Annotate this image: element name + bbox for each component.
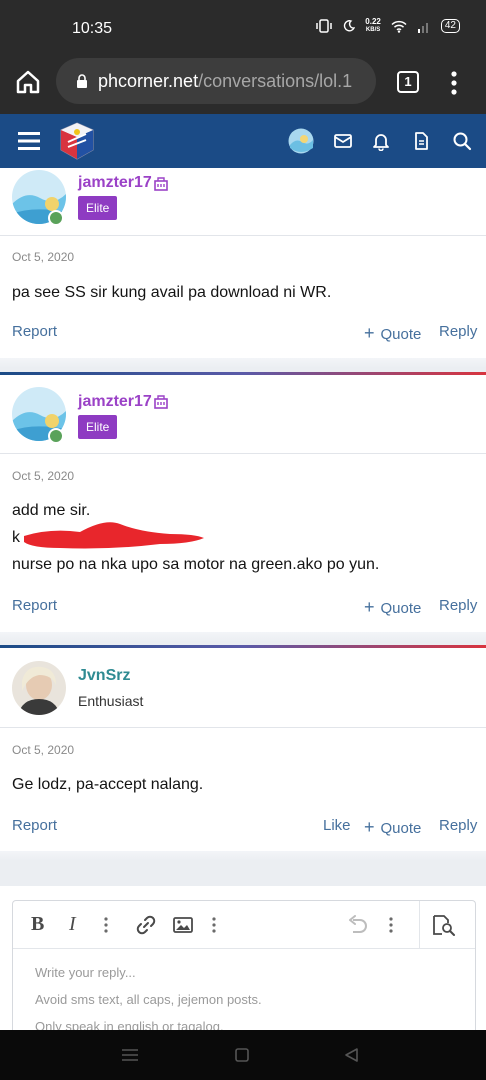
reply-button[interactable]: Reply xyxy=(439,817,477,834)
like-button[interactable]: Like xyxy=(323,817,351,834)
reply-input-placeholder[interactable]: Write your reply... xyxy=(35,965,136,980)
browser-toolbar: phcorner.net/conversations/lol.1 1 xyxy=(0,52,486,114)
avatar[interactable] xyxy=(288,128,314,154)
undo-icon[interactable] xyxy=(347,915,369,935)
preview-icon[interactable] xyxy=(432,914,456,936)
url-host: phcorner.net xyxy=(98,70,199,91)
bell-icon[interactable] xyxy=(371,131,391,151)
quote-button[interactable]: + Quote xyxy=(364,323,421,344)
user-badge-icon xyxy=(154,395,168,409)
user-badge-icon xyxy=(154,177,168,191)
net-speed-unit: KB/S xyxy=(365,27,381,33)
editor-toolbar: B I xyxy=(13,901,475,949)
redaction-mark xyxy=(24,522,204,549)
reply-editor-container: B I Write your reply... Avoid sms text, … xyxy=(0,886,486,1034)
username-link[interactable]: JvnSrz xyxy=(78,667,130,685)
quote-label: Quote xyxy=(380,600,422,617)
report-link[interactable]: Report xyxy=(12,817,57,834)
url-path: /conversations/lol.1 xyxy=(198,70,353,91)
mail-icon[interactable] xyxy=(333,131,353,151)
lock-icon xyxy=(77,74,87,88)
reply-editor: B I Write your reply... Avoid sms text, … xyxy=(12,900,476,1034)
italic-icon[interactable]: I xyxy=(69,913,76,936)
post-date[interactable]: Oct 5, 2020 xyxy=(12,743,74,757)
online-status-icon xyxy=(48,428,64,444)
user-role-badge: Elite xyxy=(78,415,118,439)
plus-icon: + xyxy=(364,817,375,837)
post-text-line: nurse po na nka upo sa motor na green.ak… xyxy=(12,556,380,573)
post-separator xyxy=(0,358,486,368)
post-user-block: JvnSrz Enthusiast xyxy=(0,645,486,728)
post-date[interactable]: Oct 5, 2020 xyxy=(12,469,74,483)
post-text-line: pa see SS sir kung avail pa download ni … xyxy=(12,284,332,301)
quote-label: Quote xyxy=(380,820,422,837)
plus-icon: + xyxy=(364,597,375,617)
tab-switcher-button[interactable]: 1 xyxy=(397,71,419,93)
report-link[interactable]: Report xyxy=(12,323,57,340)
hamburger-icon[interactable] xyxy=(18,131,40,151)
kebab-menu-icon[interactable] xyxy=(448,70,460,96)
quote-button[interactable]: + Quote xyxy=(364,817,421,838)
username-link[interactable]: jamzter17 xyxy=(78,174,152,192)
reply-button[interactable]: Reply xyxy=(439,597,477,614)
status-time: 10:35 xyxy=(72,20,113,37)
quote-button[interactable]: + Quote xyxy=(364,597,421,618)
plus-icon: + xyxy=(364,323,375,343)
more-icon[interactable] xyxy=(212,917,216,933)
report-link[interactable]: Report xyxy=(12,597,57,614)
net-speed-value: 0.22 xyxy=(365,17,381,26)
post-body: Ge lodz, pa-accept nalang. xyxy=(12,771,203,798)
bold-icon[interactable]: B xyxy=(31,913,44,936)
post: jamzter17 Elite Oct 5, 2020 pa see SS si… xyxy=(0,168,486,358)
username-link[interactable]: jamzter17 xyxy=(78,393,152,411)
image-icon[interactable] xyxy=(173,916,193,934)
post-separator xyxy=(0,851,486,861)
toolbar-separator xyxy=(419,901,420,949)
back-icon[interactable] xyxy=(344,1048,358,1062)
address-bar[interactable]: phcorner.net/conversations/lol.1 xyxy=(56,58,376,104)
site-logo[interactable] xyxy=(56,120,98,162)
avatar[interactable] xyxy=(12,661,66,715)
site-header xyxy=(0,114,486,168)
post: jamzter17 Elite Oct 5, 2020 add me sir. … xyxy=(0,372,486,632)
post: JvnSrz Enthusiast Oct 5, 2020 Ge lodz, p… xyxy=(0,645,486,851)
post-date[interactable]: Oct 5, 2020 xyxy=(12,250,74,264)
home-button-icon[interactable] xyxy=(235,1048,249,1062)
post-user-block: jamzter17 Elite xyxy=(0,372,486,454)
user-role-label: Enthusiast xyxy=(78,693,144,709)
status-icons: 0.22 KB/S 42 xyxy=(315,18,460,34)
home-icon[interactable] xyxy=(14,68,42,96)
online-status-icon xyxy=(48,210,64,226)
net-speed: 0.22 KB/S xyxy=(365,18,381,34)
post-text-line: Ge lodz, pa-accept nalang. xyxy=(12,776,204,793)
moon-icon xyxy=(344,20,356,32)
search-icon[interactable] xyxy=(452,131,472,151)
post-user-block: jamzter17 Elite xyxy=(0,168,486,236)
battery-icon: 42 xyxy=(440,19,460,33)
status-bar: 10:35 0.22 KB/S 42 xyxy=(0,0,486,52)
signal-icon xyxy=(417,22,428,33)
quote-label: Quote xyxy=(380,326,422,343)
wifi-icon xyxy=(391,20,407,33)
reply-input-placeholder: Avoid sms text, all caps, jejemon posts. xyxy=(35,992,262,1007)
post-separator xyxy=(0,632,486,642)
link-icon[interactable] xyxy=(136,915,156,935)
document-icon[interactable] xyxy=(411,131,431,151)
post-body: pa see SS sir kung avail pa download ni … xyxy=(12,279,331,306)
user-role-badge: Elite xyxy=(78,196,118,220)
reply-button[interactable]: Reply xyxy=(439,323,477,340)
more-icon[interactable] xyxy=(389,917,393,933)
system-nav-bar xyxy=(0,1030,486,1080)
vibrate-icon xyxy=(316,19,333,33)
more-icon[interactable] xyxy=(104,917,108,933)
recent-apps-icon[interactable] xyxy=(122,1049,138,1061)
